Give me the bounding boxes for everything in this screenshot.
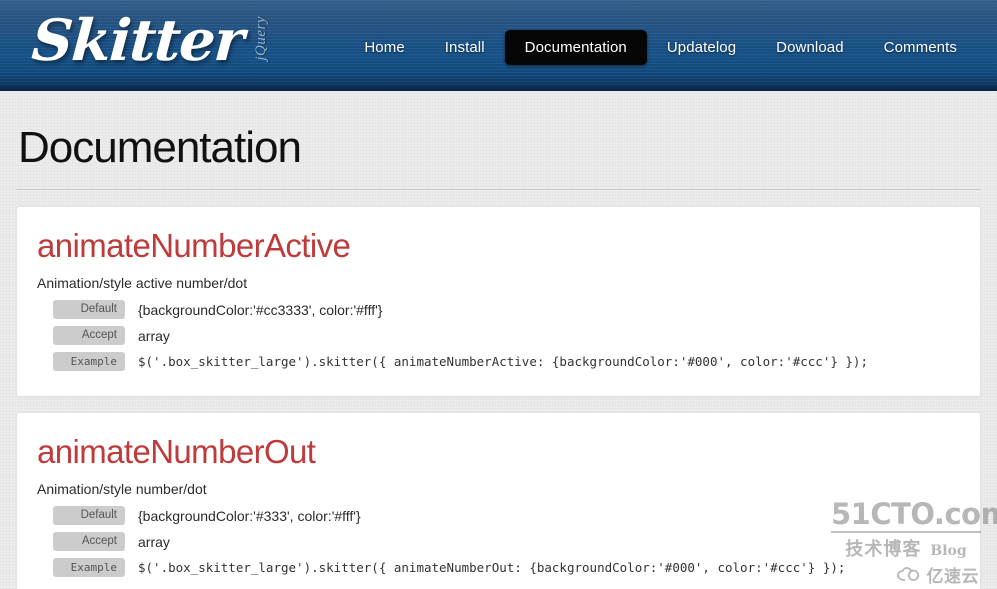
default-value: {backgroundColor:'#333', color:'#fff'} bbox=[138, 507, 361, 524]
property-row-accept: Accept array bbox=[37, 326, 960, 345]
section-description: Animation/style active number/dot bbox=[37, 275, 248, 291]
nav-item-download[interactable]: Download bbox=[756, 30, 864, 65]
section-heading: animateNumberOut bbox=[37, 433, 316, 470]
example-code: $('.box_skitter_large').skitter({ animat… bbox=[138, 354, 868, 369]
property-row-default: Default {backgroundColor:'#cc3333', colo… bbox=[37, 300, 960, 319]
accept-value: array bbox=[138, 533, 170, 550]
nav-item-comments[interactable]: Comments bbox=[864, 30, 977, 65]
default-label: Default bbox=[53, 506, 125, 525]
accept-label: Accept bbox=[53, 326, 125, 345]
nav-item-home[interactable]: Home bbox=[344, 30, 424, 65]
page-content: Documentation animateNumberActive Animat… bbox=[0, 91, 997, 589]
default-label: Default bbox=[53, 300, 125, 319]
property-row-example: Example $('.box_skitter_large').skitter(… bbox=[37, 352, 960, 371]
logo-jquery-label: jQuery bbox=[252, 16, 269, 61]
property-row-accept: Accept array bbox=[37, 532, 960, 551]
title-divider bbox=[16, 189, 981, 190]
nav-item-updatelog[interactable]: Updatelog bbox=[647, 30, 756, 65]
doc-section-card: animateNumberOut Animation/style number/… bbox=[16, 412, 981, 589]
main-navigation: Home Install Documentation Updatelog Dow… bbox=[344, 30, 977, 65]
doc-section-card: animateNumberActive Animation/style acti… bbox=[16, 206, 981, 397]
nav-item-documentation[interactable]: Documentation bbox=[504, 30, 647, 65]
accept-label: Accept bbox=[53, 532, 125, 551]
example-code: $('.box_skitter_large').skitter({ animat… bbox=[138, 560, 846, 575]
accept-value: array bbox=[138, 327, 170, 344]
property-row-default: Default {backgroundColor:'#333', color:'… bbox=[37, 506, 960, 525]
default-value: {backgroundColor:'#cc3333', color:'#fff'… bbox=[138, 301, 383, 318]
section-heading: animateNumberActive bbox=[37, 227, 351, 264]
section-description: Animation/style number/dot bbox=[37, 481, 207, 497]
example-label: Example bbox=[53, 352, 125, 371]
site-logo[interactable]: Skitter jQuery bbox=[29, 7, 270, 74]
nav-item-install[interactable]: Install bbox=[425, 30, 505, 65]
example-label: Example bbox=[53, 558, 125, 577]
site-header: Skitter jQuery Home Install Documentatio… bbox=[0, 0, 997, 91]
page-title: Documentation bbox=[18, 123, 302, 172]
property-row-example: Example $('.box_skitter_large').skitter(… bbox=[37, 558, 960, 577]
logo-wordmark: Skitter bbox=[29, 7, 246, 74]
